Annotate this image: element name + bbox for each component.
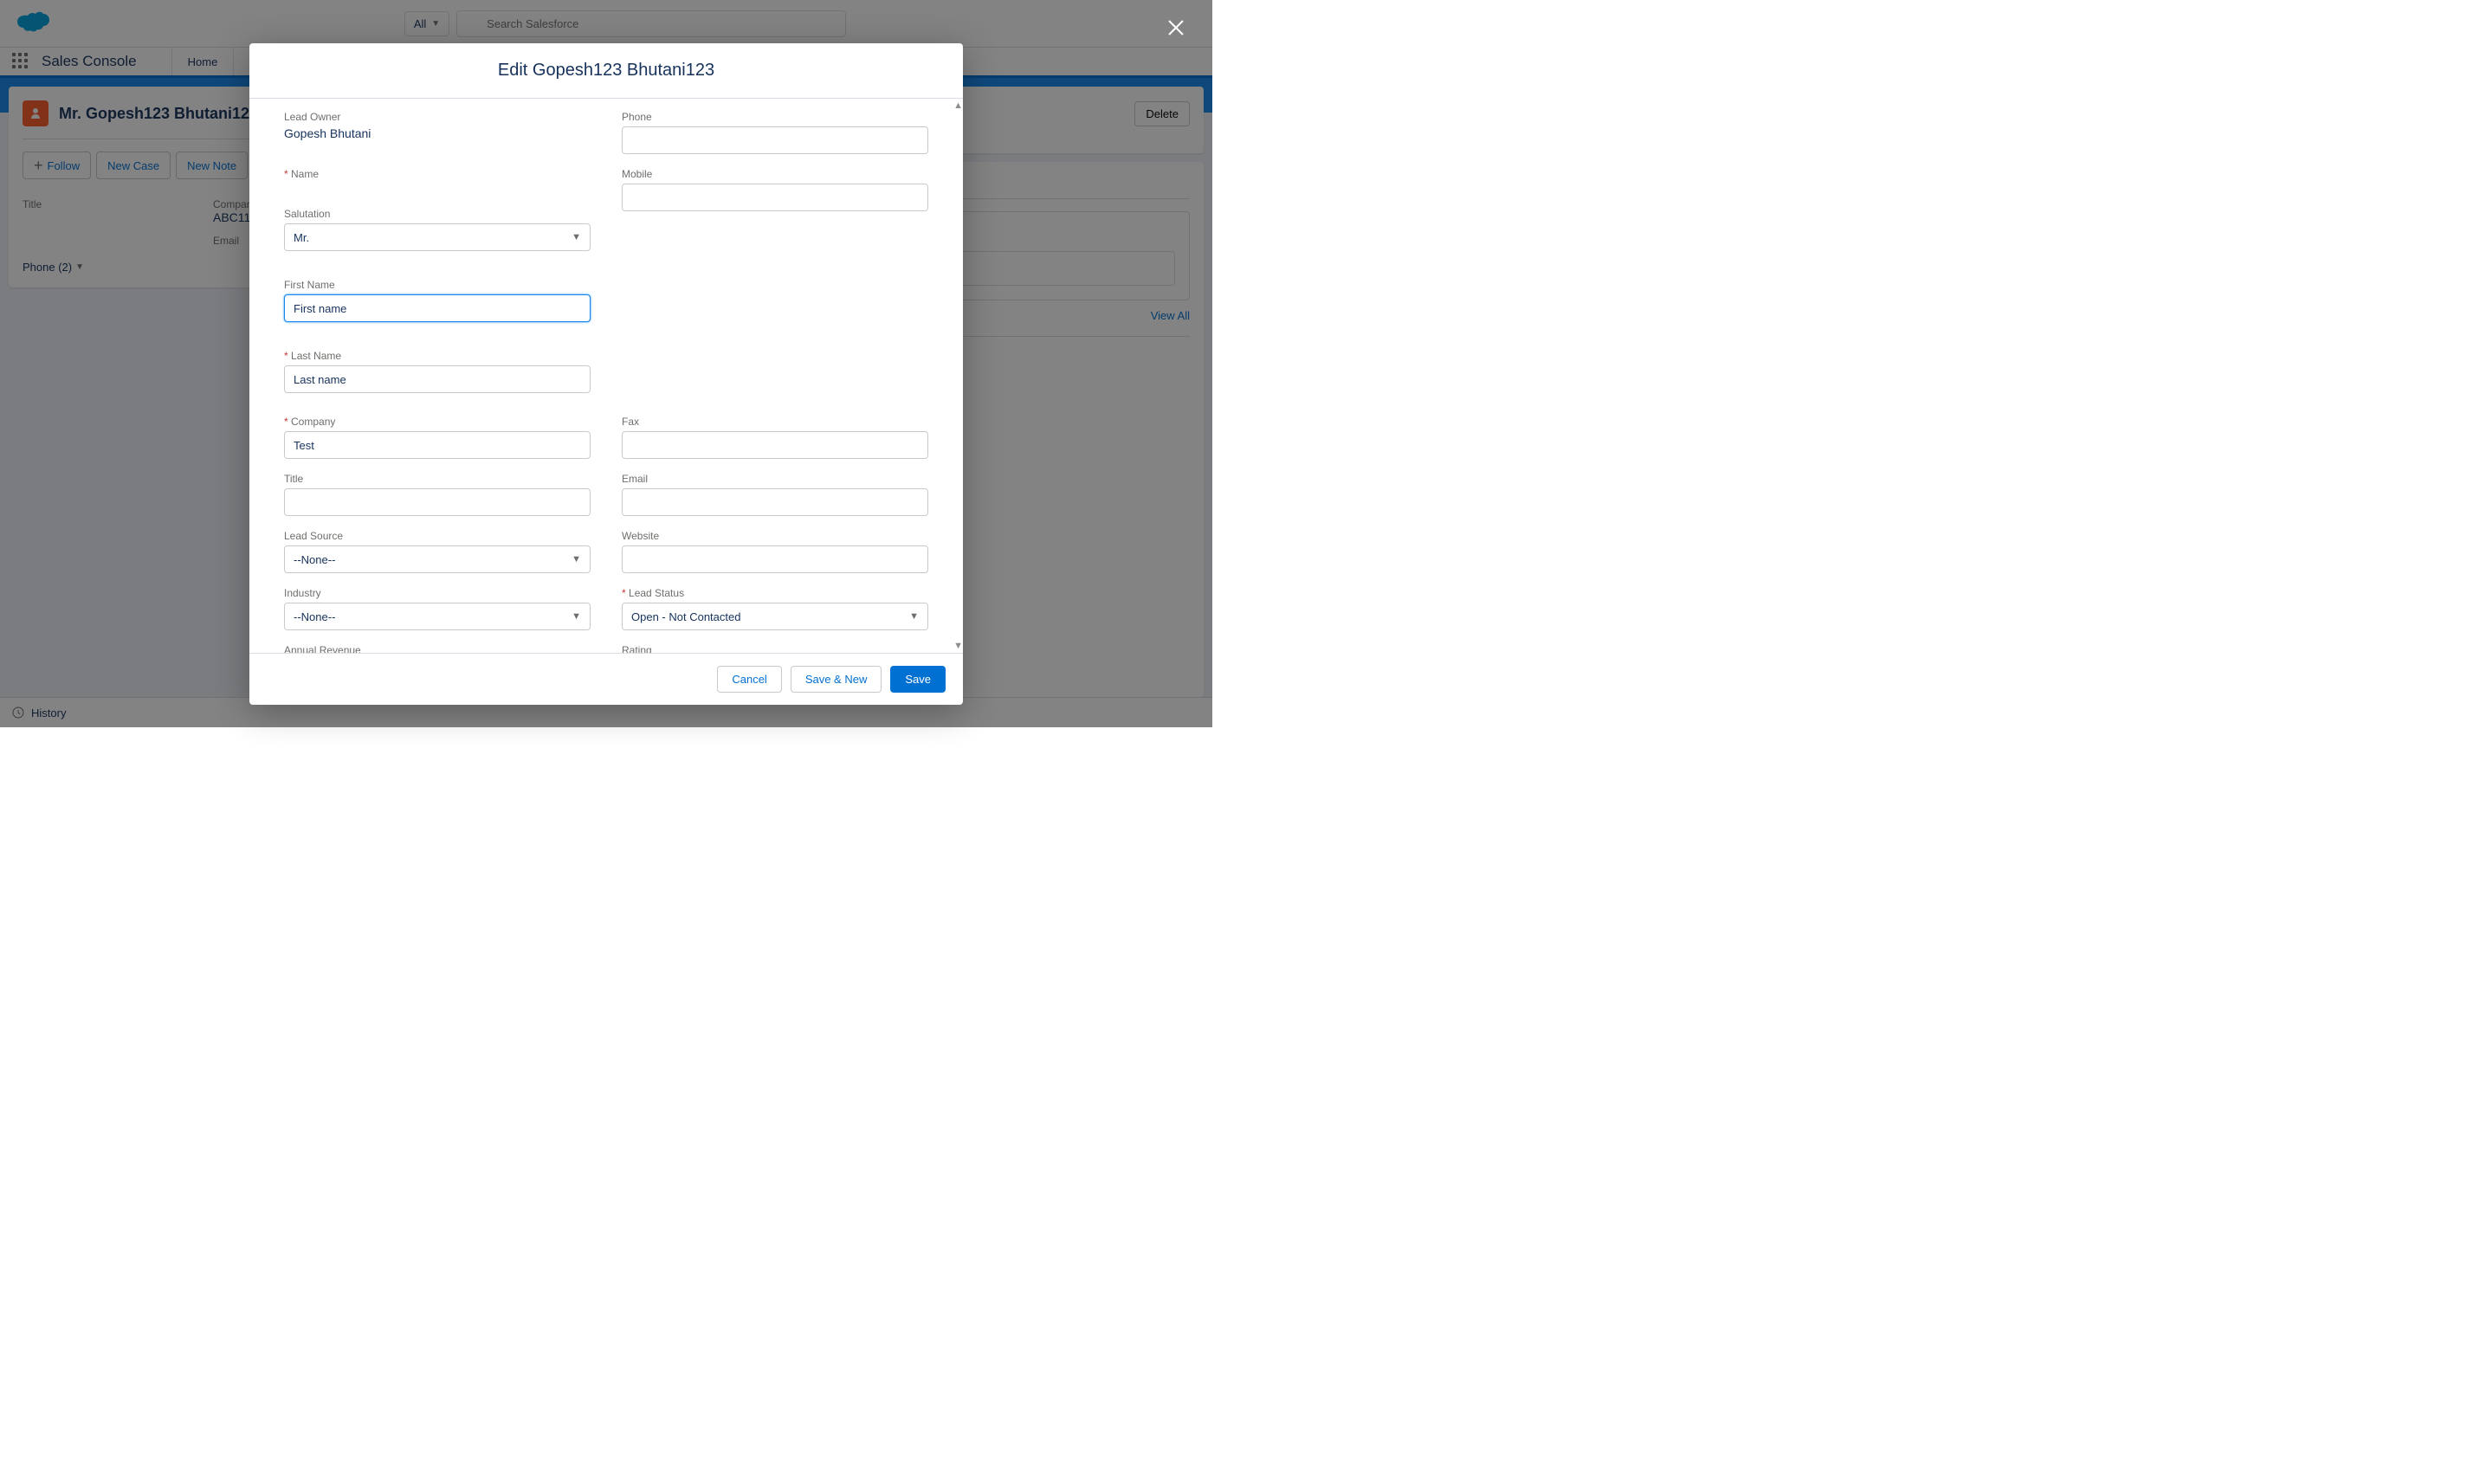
caret-down-icon: ▼ [909,611,919,622]
annual-revenue-label: Annual Revenue [284,644,591,653]
close-button[interactable] [1166,16,1186,45]
modal-body[interactable]: ▲ Lead Owner Gopesh Bhutani Phone * Name… [249,99,963,653]
fax-label: Fax [622,416,928,428]
cancel-button[interactable]: Cancel [717,666,781,693]
caret-down-icon: ▼ [572,554,581,565]
lead-owner-value: Gopesh Bhutani [284,126,591,140]
lead-source-select[interactable]: --None-- ▼ [284,545,591,573]
save-and-new-button[interactable]: Save & New [791,666,882,693]
industry-label: Industry [284,587,591,599]
company-input[interactable] [284,431,591,459]
salutation-select[interactable]: Mr. ▼ [284,223,591,251]
title-input[interactable] [284,488,591,516]
phone-input[interactable] [622,126,928,154]
save-button[interactable]: Save [890,666,946,693]
scroll-down-icon: ▼ [953,641,963,651]
last-name-label: * Last Name [284,350,591,362]
phone-label: Phone [622,111,928,123]
caret-down-icon: ▼ [572,232,581,242]
fax-input[interactable] [622,431,928,459]
caret-down-icon: ▼ [572,611,581,622]
first-name-label: First Name [284,279,591,291]
email-field-label: Email [622,473,928,485]
mobile-input[interactable] [622,184,928,211]
website-label: Website [622,530,928,542]
close-icon [1166,17,1186,38]
lead-status-select[interactable]: Open - Not Contacted ▼ [622,603,928,630]
name-label: * Name [284,168,591,180]
lead-source-label: Lead Source [284,530,591,542]
website-input[interactable] [622,545,928,573]
rating-label: Rating [622,644,928,653]
mobile-label: Mobile [622,168,928,180]
lead-owner-label: Lead Owner [284,111,591,123]
first-name-input[interactable] [284,294,591,322]
scroll-up-icon: ▲ [953,100,963,111]
industry-select[interactable]: --None-- ▼ [284,603,591,630]
company-label: * Company [284,416,591,428]
title-field-label: Title [284,473,591,485]
edit-modal: Edit Gopesh123 Bhutani123 ▲ Lead Owner G… [249,43,963,705]
email-input[interactable] [622,488,928,516]
modal-title: Edit Gopesh123 Bhutani123 [267,61,946,81]
last-name-input[interactable] [284,365,591,393]
lead-status-label: * Lead Status [622,587,928,599]
salutation-label: Salutation [284,208,591,220]
